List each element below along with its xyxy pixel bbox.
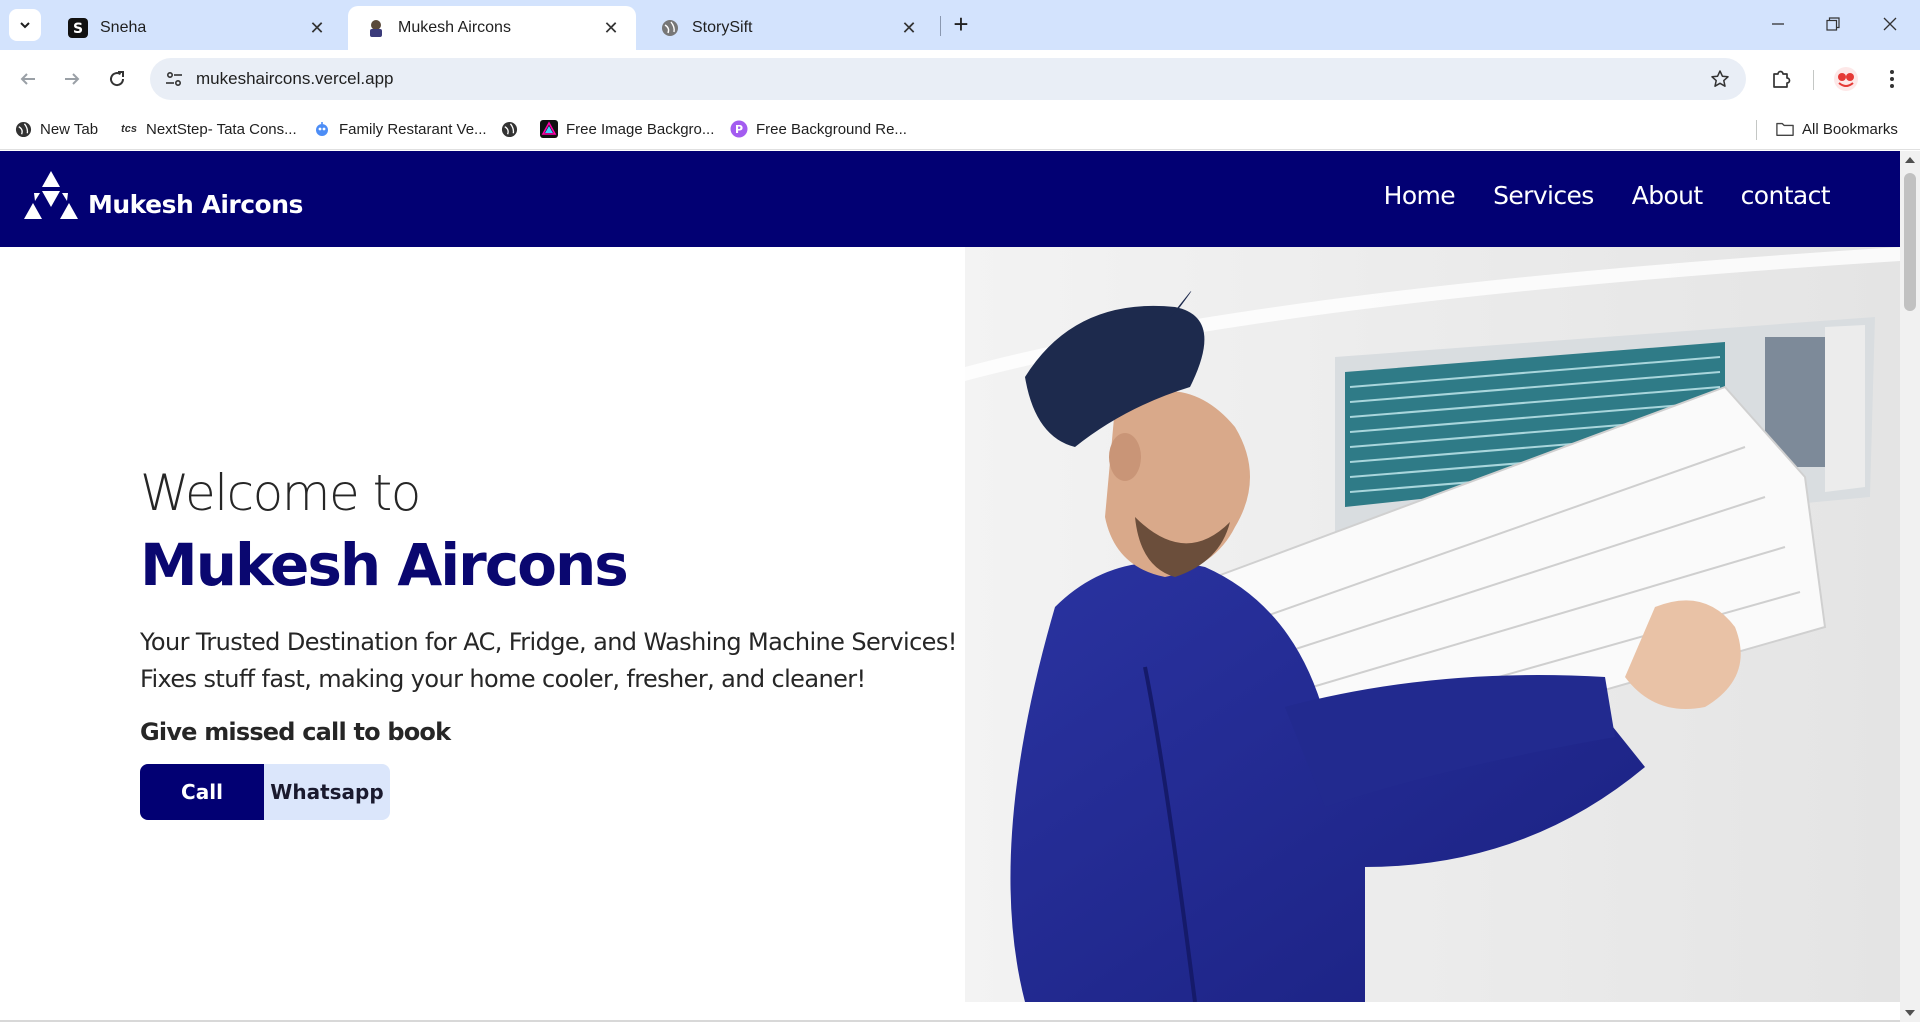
logo-icon	[24, 171, 78, 219]
bookmarks-divider	[1756, 120, 1757, 140]
bookmark-label: New Tab	[40, 120, 99, 138]
aircons-favicon-icon	[366, 18, 386, 38]
bookmark-free-background-remover[interactable]: P Free Background Re...	[730, 116, 907, 142]
scroll-up-arrow-icon[interactable]	[1905, 157, 1915, 163]
toolbar-divider	[1813, 70, 1814, 90]
bookmark-label: Free Background Re...	[756, 120, 907, 138]
close-icon	[1883, 17, 1897, 31]
nav-home[interactable]: Home	[1384, 181, 1456, 210]
folder-icon	[1776, 120, 1794, 138]
bookmark-nextstep[interactable]: tcs NextStep- Tata Cons...	[120, 116, 297, 142]
whatsapp-button[interactable]: Whatsapp	[264, 764, 390, 820]
bookmark-family-restaurant[interactable]: Family Restarant Ve...	[313, 116, 487, 142]
close-window-button[interactable]	[1870, 8, 1910, 40]
call-button[interactable]: Call	[140, 764, 264, 820]
bookmark-label: Family Restarant Ve...	[339, 120, 487, 138]
hero-title: Mukesh Aircons	[140, 531, 629, 599]
all-bookmarks-label: All Bookmarks	[1802, 120, 1898, 138]
technician-illustration	[965, 247, 1900, 1002]
forward-button[interactable]	[56, 63, 88, 95]
nav-services[interactable]: Services	[1493, 181, 1594, 210]
bookmark-new-tab[interactable]: New Tab	[14, 116, 98, 142]
reload-icon	[110, 71, 125, 87]
hero-tagline: Your Trusted Destination for AC, Fridge,…	[140, 624, 957, 698]
restore-icon	[1826, 17, 1840, 31]
triangle-logo-icon	[540, 120, 558, 138]
avatar-icon	[1834, 67, 1858, 91]
kebab-menu-icon	[1890, 70, 1894, 88]
bookmark-star-icon[interactable]	[1708, 67, 1732, 91]
page-scrollbar[interactable]	[1900, 151, 1920, 1022]
new-tab-button[interactable]: +	[948, 11, 974, 37]
bookmark-label: NextStep- Tata Cons...	[146, 120, 297, 138]
minimize-button[interactable]	[1758, 8, 1798, 40]
all-bookmarks-button[interactable]: All Bookmarks	[1776, 116, 1898, 142]
tcs-logo-icon: tcs	[121, 123, 137, 135]
nav-contact[interactable]: contact	[1741, 181, 1831, 210]
nav-about[interactable]: About	[1632, 181, 1704, 210]
svg-text:P: P	[735, 123, 743, 136]
bookmark-globe[interactable]	[500, 116, 526, 142]
tab-sneha[interactable]: S Sneha ✕	[50, 6, 342, 50]
tab-divider	[940, 16, 941, 36]
site-header: Mukesh Aircons Home Services About conta…	[0, 151, 1900, 247]
bookmark-free-image-background[interactable]: Free Image Backgro...	[540, 116, 714, 142]
address-bar[interactable]: mukeshaircons.vercel.app	[150, 58, 1746, 100]
restore-button[interactable]	[1813, 8, 1853, 40]
hero-welcome: Welcome to	[140, 464, 421, 522]
tab-strip: S Sneha ✕ Mukesh Aircons ✕ StorySift ✕ +	[0, 0, 1920, 50]
scroll-down-arrow-icon[interactable]	[1905, 1010, 1915, 1016]
scrollbar-thumb[interactable]	[1904, 173, 1916, 311]
bookmarks-bar: New Tab tcs NextStep- Tata Cons... Famil…	[0, 108, 1920, 150]
site-brand-name: Mukesh Aircons	[88, 190, 303, 219]
minimize-icon	[1772, 23, 1784, 25]
page-viewport: Mukesh Aircons Home Services About conta…	[0, 151, 1900, 1022]
globe-icon	[14, 120, 32, 138]
chevron-down-icon	[20, 22, 30, 29]
cta-buttons: Call Whatsapp	[140, 764, 957, 820]
robot-icon	[313, 120, 331, 138]
p-logo-icon: P	[730, 120, 748, 138]
close-icon[interactable]: ✕	[306, 17, 328, 39]
close-icon[interactable]: ✕	[600, 17, 622, 39]
tab-mukesh-aircons[interactable]: Mukesh Aircons ✕	[348, 6, 636, 50]
missed-call-heading: Give missed call to book	[140, 718, 451, 746]
hero-image-technician	[965, 247, 1900, 1002]
url-text[interactable]: mukeshaircons.vercel.app	[196, 69, 393, 89]
site-logo[interactable]: Mukesh Aircons	[24, 171, 303, 221]
bookmark-label: Free Image Backgro...	[566, 120, 715, 138]
close-icon[interactable]: ✕	[898, 17, 920, 39]
back-button[interactable]	[12, 63, 44, 95]
s-logo-icon: S	[68, 18, 88, 38]
globe-icon	[500, 120, 518, 138]
tab-title: Sneha	[100, 19, 147, 36]
puzzle-icon	[1773, 70, 1791, 88]
main-nav: Home Services About contact	[1384, 181, 1831, 210]
svg-text:S: S	[73, 21, 83, 37]
tab-title: StorySift	[692, 19, 753, 36]
arrow-right-icon	[65, 73, 80, 85]
site-info-icon[interactable]	[162, 67, 186, 91]
hero-text: Welcome to Mukesh Aircons Your Trusted D…	[140, 468, 957, 820]
globe-icon	[660, 18, 680, 38]
browser-menu-button[interactable]	[1876, 63, 1908, 95]
profile-avatar[interactable]	[1830, 63, 1862, 95]
reload-button[interactable]	[101, 63, 133, 95]
hero-tagline-line2: Fixes stuff fast, making your home coole…	[140, 665, 866, 693]
tab-title: Mukesh Aircons	[398, 19, 511, 36]
tab-search-button[interactable]	[9, 9, 41, 41]
browser-toolbar: mukeshaircons.vercel.app	[0, 50, 1920, 108]
tab-storysift[interactable]: StorySift ✕	[642, 6, 934, 50]
hero-tagline-line1: Your Trusted Destination for AC, Fridge,…	[140, 628, 957, 656]
extensions-button[interactable]	[1765, 63, 1797, 95]
arrow-left-icon	[20, 73, 35, 85]
